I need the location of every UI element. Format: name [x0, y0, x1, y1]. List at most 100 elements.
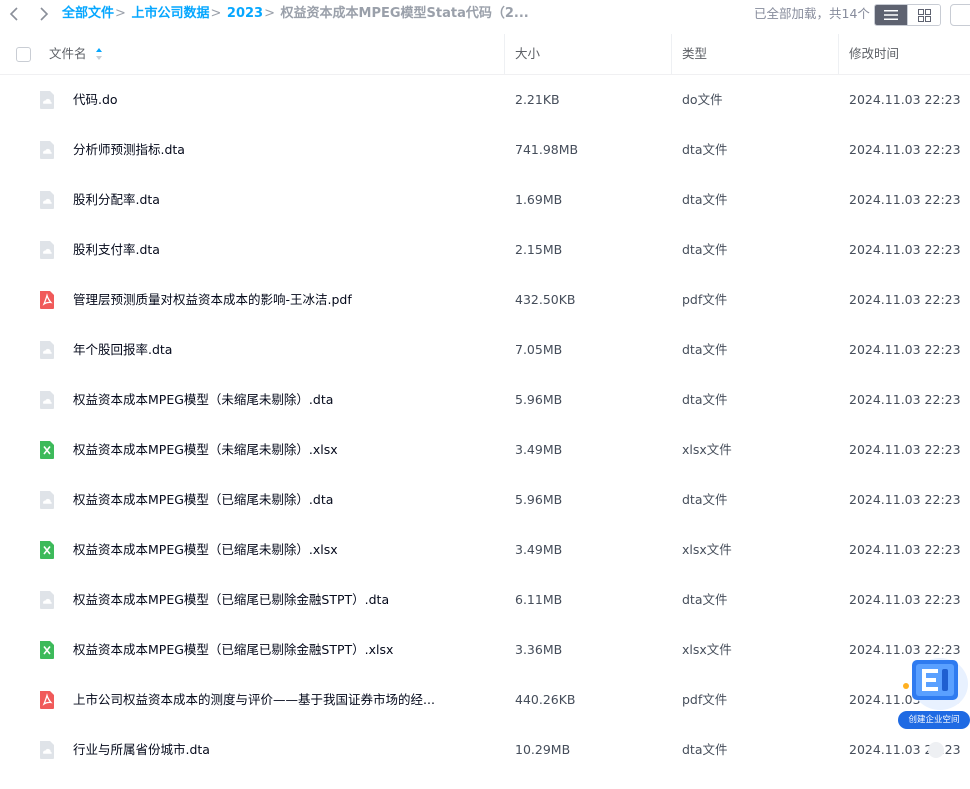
file-row[interactable]: 权益资本成本MPEG模型（已缩尾已剔除金融STPT）.dta 6.11MB dta文…: [0, 575, 970, 625]
file-icon: [37, 90, 57, 110]
file-type: xlsx文件: [682, 542, 732, 557]
file-row[interactable]: 分析师预测指标.dta 741.98MB dta文件 2024.11.03 22:23: [0, 125, 970, 175]
file-modified: 2024.11.03 22:23: [849, 442, 961, 457]
file-name[interactable]: 权益资本成本MPEG模型（已缩尾已剔除金融STPT）.dta: [73, 575, 389, 625]
list-view-button[interactable]: [875, 5, 907, 25]
file-name[interactable]: 权益资本成本MPEG模型（未缩尾未剔除）.dta: [73, 375, 333, 425]
file-type: dta文件: [682, 142, 728, 157]
file-icon: [37, 240, 57, 260]
file-type: dta文件: [682, 242, 728, 257]
file-icon: [37, 340, 57, 360]
more-button[interactable]: [950, 4, 970, 26]
chevron-right-icon: [40, 7, 49, 21]
file-modified: 2024.11.03 22:23: [849, 492, 961, 507]
file-name[interactable]: 权益资本成本MPEG模型（已缩尾已剔除金融STPT）.xlsx: [73, 625, 393, 675]
file-size: 2.15MB: [515, 242, 563, 257]
file-row[interactable]: 股利支付率.dta 2.15MB dta文件 2024.11.03 22:23: [0, 225, 970, 275]
file-type: pdf文件: [682, 292, 728, 307]
column-header-modified[interactable]: 修改时间: [849, 34, 899, 74]
file-name[interactable]: 上市公司权益资本成本的测度与评价——基于我国证券市场的经...: [73, 675, 435, 725]
column-divider[interactable]: [504, 34, 505, 74]
file-row[interactable]: 年个股回报率.dta 7.05MB dta文件 2024.11.03 22:23: [0, 325, 970, 375]
file-modified: 2024.11.03 22:23: [849, 592, 961, 607]
breadcrumb-separator: >: [210, 6, 222, 21]
file-name[interactable]: 行业与所属省份城市.dta: [73, 725, 210, 775]
enterprise-space-icon: [903, 658, 968, 710]
file-modified: 2024.11.03 22:23: [849, 192, 961, 207]
grid-view-button[interactable]: [907, 5, 940, 25]
list-view-icon: [884, 10, 898, 20]
file-type: pdf文件: [682, 692, 728, 707]
back-button[interactable]: [4, 3, 26, 25]
file-row[interactable]: 上市公司权益资本成本的测度与评价——基于我国证券市场的经... 440.26KB p…: [0, 675, 970, 725]
file-row[interactable]: 行业与所属省份城市.dta 10.29MB dta文件 2024.11.03 22:2…: [0, 725, 970, 775]
file-type: dta文件: [682, 342, 728, 357]
file-name[interactable]: 股利支付率.dta: [73, 225, 160, 275]
file-type: dta文件: [682, 192, 728, 207]
file-type: xlsx文件: [682, 642, 732, 657]
breadcrumb-current: 权益资本成本MPEG模型Stata代码（2...: [280, 6, 529, 21]
view-toggle: [874, 4, 941, 26]
top-bar: 全部文件> 上市公司数据> 2023> 权益资本成本MPEG模型Stata代码（…: [0, 0, 970, 28]
file-name[interactable]: 权益资本成本MPEG模型（未缩尾未剔除）.xlsx: [73, 425, 338, 475]
chevron-left-icon: [9, 7, 18, 21]
file-row[interactable]: 管理层预测质量对权益资本成本的影响-王冰洁.pdf 432.50KB pdf文件 20…: [0, 275, 970, 325]
excel-icon: [37, 540, 57, 560]
file-size: 440.26KB: [515, 692, 576, 707]
breadcrumb-item-listed-company-data[interactable]: 上市公司数据: [131, 6, 209, 21]
pdf-icon: [37, 690, 57, 710]
load-status: 已全部加载，共14个: [754, 6, 870, 21]
file-name[interactable]: 分析师预测指标.dta: [73, 125, 185, 175]
file-size: 10.29MB: [515, 742, 571, 757]
breadcrumb: 全部文件> 上市公司数据> 2023> 权益资本成本MPEG模型Stata代码（…: [62, 5, 529, 23]
file-row[interactable]: 股利分配率.dta 1.69MB dta文件 2024.11.03 22:23: [0, 175, 970, 225]
sort-ascending-icon[interactable]: [95, 47, 103, 61]
file-row[interactable]: 权益资本成本MPEG模型（已缩尾未剔除）.dta 5.96MB dta文件 2024.…: [0, 475, 970, 525]
file-row[interactable]: 权益资本成本MPEG模型（已缩尾未剔除）.xlsx 3.49MB xlsx文件 202…: [0, 525, 970, 575]
file-modified: 2024.11.03 22:23: [849, 542, 961, 557]
file-row[interactable]: 权益资本成本MPEG模型（未缩尾未剔除）.dta 5.96MB dta文件 2024.…: [0, 375, 970, 425]
column-divider[interactable]: [671, 34, 672, 74]
breadcrumb-item-all-files[interactable]: 全部文件: [62, 6, 114, 21]
file-type: dta文件: [682, 592, 728, 607]
forward-button[interactable]: [32, 3, 54, 25]
file-type: dta文件: [682, 742, 728, 757]
file-row[interactable]: 权益资本成本MPEG模型（已缩尾已剔除金融STPT）.xlsx 3.36MB xls…: [0, 625, 970, 675]
file-icon: [37, 590, 57, 610]
file-type: dta文件: [682, 392, 728, 407]
file-size: 741.98MB: [515, 142, 579, 157]
column-header-type[interactable]: 类型: [682, 34, 707, 74]
file-size: 1.69MB: [515, 192, 563, 207]
file-modified: 2024.11.03 22:23: [849, 392, 961, 407]
column-header-name[interactable]: 文件名: [49, 34, 87, 74]
file-modified: 2024.11.03 22:23: [849, 142, 961, 157]
file-size: 3.49MB: [515, 442, 563, 457]
file-size: 432.50KB: [515, 292, 576, 307]
file-icon: [37, 190, 57, 210]
breadcrumb-separator: >: [264, 6, 275, 21]
file-name[interactable]: 管理层预测质量对权益资本成本的影响-王冰洁.pdf: [73, 275, 352, 325]
enterprise-space-label[interactable]: 创建企业空间: [898, 711, 970, 729]
file-size: 2.21KB: [515, 92, 560, 107]
file-size: 3.49MB: [515, 542, 563, 557]
file-name[interactable]: 权益资本成本MPEG模型（已缩尾未剔除）.dta: [73, 475, 333, 525]
breadcrumb-item-2023[interactable]: 2023: [227, 6, 263, 21]
file-row[interactable]: 权益资本成本MPEG模型（未缩尾未剔除）.xlsx 3.49MB xlsx文件 202…: [0, 425, 970, 475]
select-all-checkbox[interactable]: [16, 47, 31, 62]
file-name[interactable]: 权益资本成本MPEG模型（已缩尾未剔除）.xlsx: [73, 525, 338, 575]
file-size: 5.96MB: [515, 492, 563, 507]
file-icon: [37, 390, 57, 410]
column-divider[interactable]: [838, 34, 839, 74]
file-icon: [37, 140, 57, 160]
file-type: xlsx文件: [682, 442, 732, 457]
excel-icon: [37, 640, 57, 660]
file-name[interactable]: 年个股回报率.dta: [73, 325, 172, 375]
file-size: 3.36MB: [515, 642, 563, 657]
file-row[interactable]: 代码.do 2.21KB do文件 2024.11.03 22:23: [0, 75, 970, 125]
file-name[interactable]: 代码.do: [73, 75, 118, 125]
file-size: 7.05MB: [515, 342, 563, 357]
column-header-size[interactable]: 大小: [515, 34, 540, 74]
excel-icon: [37, 440, 57, 460]
file-name[interactable]: 股利分配率.dta: [73, 175, 160, 225]
scroll-top-button[interactable]: [928, 742, 944, 758]
